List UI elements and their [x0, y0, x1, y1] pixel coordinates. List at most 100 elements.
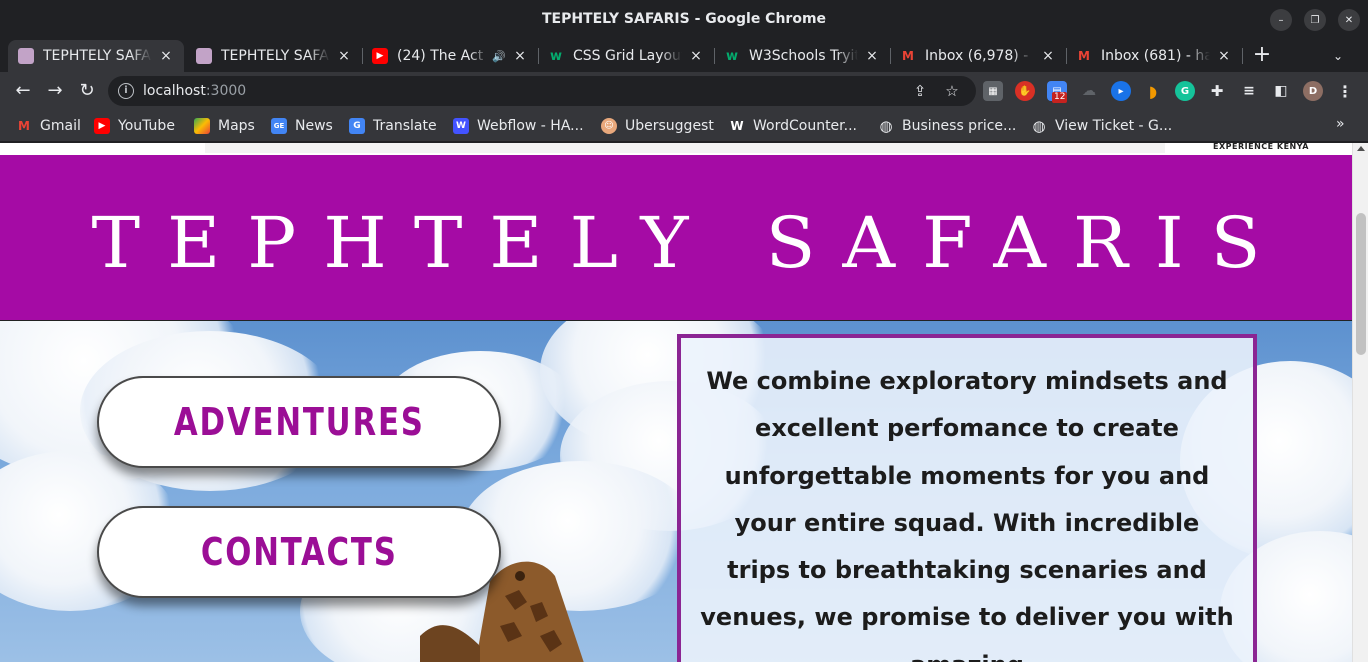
tab-label: TEPHTELY SAFARIS	[43, 48, 152, 64]
tab-close-icon[interactable]: ×	[336, 48, 352, 64]
top-strip-bar	[205, 143, 1165, 153]
speaker-icon[interactable]: 🔊	[492, 50, 506, 63]
grammarly-icon[interactable]: G	[1175, 81, 1195, 101]
nav-adventures-label: ADVENTURES	[173, 400, 425, 444]
window-titlebar: TEPHTELY SAFARIS - Google Chrome – ❐ ✕	[0, 0, 1368, 40]
tephtely-icon	[18, 48, 34, 64]
tab-label: Inbox (681) - harry	[1101, 48, 1210, 64]
youtube-icon: ▶	[372, 48, 388, 64]
tab-css-grid[interactable]: w CSS Grid Layout ×	[538, 40, 714, 72]
bookmark-label: Translate	[373, 118, 437, 134]
url-text[interactable]: localhost:3000	[143, 83, 246, 99]
bookmark-gmail[interactable]: M Gmail	[16, 116, 81, 136]
new-tab-button[interactable]: +	[1250, 44, 1274, 68]
ubersuggest-icon: ☺	[601, 118, 617, 134]
gmail-icon: M	[1078, 49, 1090, 63]
tab-close-icon[interactable]: ×	[512, 48, 528, 64]
restore-button[interactable]: ❐	[1304, 9, 1326, 31]
close-window-button[interactable]: ✕	[1338, 9, 1360, 31]
tab-close-icon[interactable]: ×	[864, 48, 880, 64]
tab-tephtely-safaris-active[interactable]: TEPHTELY SAFARIS ×	[8, 40, 184, 72]
tephtely-icon	[196, 48, 212, 64]
tab-search-button[interactable]: ⌄	[1328, 46, 1348, 66]
tab-close-icon[interactable]: ×	[688, 48, 704, 64]
news-icon: GE	[271, 118, 287, 134]
nav-adventures-button[interactable]: ADVENTURES	[97, 376, 501, 468]
bookmark-news[interactable]: GE News	[271, 116, 333, 136]
site-info-icon[interactable]: i	[118, 83, 134, 99]
more-bookmarks-button[interactable]: »	[1336, 116, 1345, 132]
bookmark-star-icon[interactable]: ☆	[942, 81, 962, 101]
bookmark-translate[interactable]: G Translate	[349, 116, 437, 136]
youtube-icon: ▶	[94, 118, 110, 134]
experience-kenya-logo: EXPERIENCE KENYA	[1213, 143, 1309, 151]
bookmark-label: WordCounter...	[753, 118, 857, 134]
adblock-icon[interactable]: ✋	[1015, 81, 1035, 101]
tab-separator	[1242, 48, 1243, 64]
tab-gmail-inbox-1[interactable]: M Inbox (6,978) - harry ×	[890, 40, 1066, 72]
tab-label: W3Schools Tryit Editor	[749, 48, 858, 64]
bookmark-view-ticket[interactable]: ◍ View Ticket - G...	[1031, 116, 1172, 136]
tab-label: TEPHTELY SAFARIS	[221, 48, 330, 64]
scrollbar-thumb[interactable]	[1356, 213, 1366, 355]
url-port: :3000	[205, 83, 247, 99]
profile-avatar[interactable]: D	[1303, 81, 1323, 101]
bookmark-maps[interactable]: Maps	[194, 116, 255, 136]
extensions-puzzle-icon[interactable]: ✚	[1207, 81, 1227, 101]
bookmarks-bar: M Gmail ▶ YouTube Maps GE News G Transla…	[0, 110, 1368, 142]
media-control-icon[interactable]: ≡	[1239, 81, 1259, 101]
nav-contacts-button[interactable]: CONTACTS	[97, 506, 501, 598]
bookmark-webflow[interactable]: W Webflow - HA...	[453, 116, 584, 136]
share-icon[interactable]: ⇪	[910, 81, 930, 101]
forward-button[interactable]: →	[42, 78, 68, 104]
tab-label: (24) The Act Of Seeing	[397, 48, 488, 64]
tab-youtube[interactable]: ▶ (24) The Act Of Seeing 🔊 ×	[362, 40, 538, 72]
url-host: localhost	[143, 83, 206, 99]
tab-label: Inbox (6,978) - harry	[925, 48, 1034, 64]
scroll-up-arrow-icon[interactable]	[1357, 146, 1365, 151]
gmail-icon: M	[18, 119, 30, 133]
bookmark-ubersuggest[interactable]: ☺ Ubersuggest	[601, 116, 714, 136]
tab-w3schools-tryit[interactable]: w W3Schools Tryit Editor ×	[714, 40, 890, 72]
bookmark-wordcounter[interactable]: W WordCounter...	[729, 116, 857, 136]
translate-icon: G	[349, 118, 365, 134]
bookmark-label: News	[295, 118, 333, 134]
bookmark-youtube[interactable]: ▶ YouTube	[94, 116, 175, 136]
site-header: TEPHTELY SAFARIS	[0, 155, 1352, 321]
tab-close-icon[interactable]: ×	[158, 48, 174, 64]
gmail-icon: M	[902, 49, 914, 63]
tab-close-icon[interactable]: ×	[1040, 48, 1056, 64]
globe-icon: ◍	[1032, 117, 1046, 135]
tab-tephtely-safaris[interactable]: TEPHTELY SAFARIS ×	[186, 40, 362, 72]
bookmark-label: Ubersuggest	[625, 118, 714, 134]
globe-icon: ◍	[879, 117, 893, 135]
tab-gmail-inbox-2[interactable]: M Inbox (681) - harry ×	[1066, 40, 1242, 72]
bookmark-label: Business price...	[902, 118, 1017, 134]
chrome-menu-icon[interactable]: ⋮	[1335, 81, 1355, 101]
side-panel-icon[interactable]: ◧	[1271, 81, 1291, 101]
page-scrollbar[interactable]	[1352, 143, 1368, 662]
intro-text: We combine exploratory mindsets and exce…	[700, 367, 1234, 662]
minimize-button[interactable]: –	[1270, 9, 1292, 31]
back-button[interactable]: ←	[10, 78, 36, 104]
hero-section: ADVENTURES CONTACTS We combine explorato…	[0, 321, 1352, 662]
tab-close-icon[interactable]: ×	[1216, 48, 1232, 64]
nav-contacts-label: CONTACTS	[200, 530, 398, 574]
extension-icon[interactable]: ▦	[983, 81, 1003, 101]
bookmark-business-price[interactable]: ◍ Business price...	[878, 116, 1016, 136]
address-bar[interactable]: i localhost:3000 ⇪ ☆	[108, 76, 976, 106]
cloud-extension-icon[interactable]: ☁	[1079, 81, 1099, 101]
reload-button[interactable]: ↻	[74, 78, 100, 104]
browser-toolbar: ← → ↻ i localhost:3000 ⇪ ☆ ▦ ✋ ▤ ☁ ▸ ◗ G…	[0, 72, 1368, 110]
intro-box: We combine exploratory mindsets and exce…	[677, 334, 1257, 662]
w3schools-icon: w	[725, 48, 738, 64]
w3schools-icon: w	[549, 48, 562, 64]
orange-extension-icon[interactable]: ◗	[1143, 81, 1163, 101]
tab-label: CSS Grid Layout	[573, 48, 682, 64]
bookmark-label: Maps	[218, 118, 255, 134]
webflow-icon: W	[453, 118, 469, 134]
wordcounter-icon: W	[730, 119, 744, 133]
tab-strip: TEPHTELY SAFARIS × TEPHTELY SAFARIS × ▶ …	[0, 40, 1368, 72]
bookmark-label: View Ticket - G...	[1055, 118, 1173, 134]
play-extension-icon[interactable]: ▸	[1111, 81, 1131, 101]
